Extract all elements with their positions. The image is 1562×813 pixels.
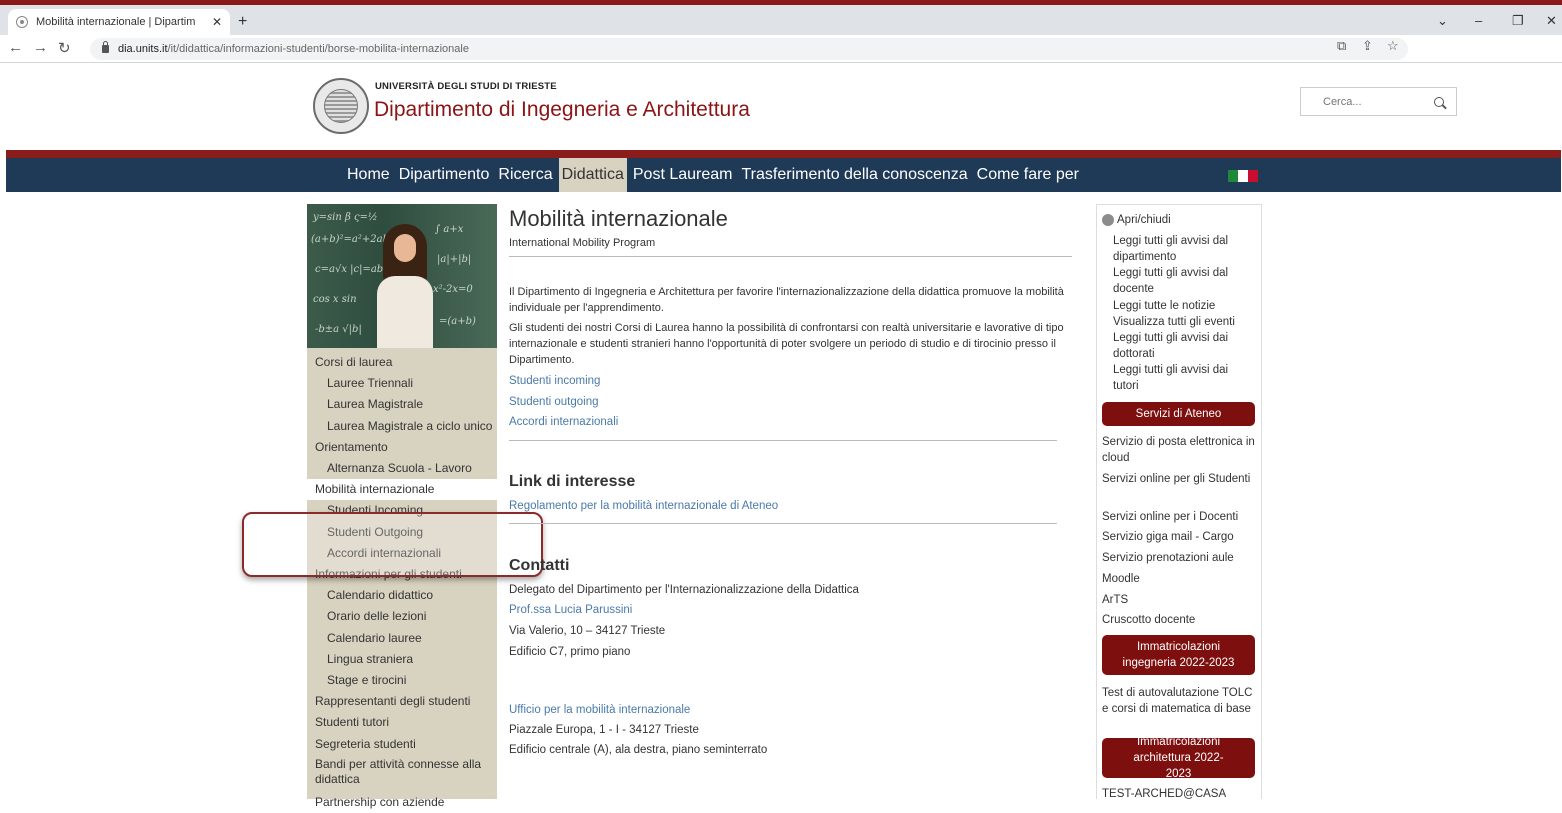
avvisi-tutori-link[interactable]: Leggi tutti gli avvisi dai tutori (1113, 362, 1253, 394)
address-2: Piazzale Europa, 1 - I - 34127 Trieste (509, 724, 699, 736)
tab-bar: Mobilità internazionale | Dipartim ✕ + ⌄… (0, 5, 1562, 35)
nav-ricerca[interactable]: Ricerca (495, 158, 555, 192)
sidebar-item[interactable]: Studenti tutori (307, 712, 497, 733)
divider (509, 440, 1057, 441)
immatricolazioni-architettura-button[interactable]: Immatricolazioni architettura 2022-2023 (1102, 736, 1255, 780)
search-icon[interactable] (1434, 96, 1444, 107)
sidebar-item[interactable]: Calendario lauree (307, 628, 497, 649)
university-name: UNIVERSITÀ DEGLI STUDI DI TRIESTE (375, 81, 557, 92)
divider (509, 256, 1072, 257)
arts-link[interactable]: ArTS (1102, 592, 1257, 608)
sidebar-item[interactable]: Lingua straniera (307, 649, 497, 670)
bookmark-star-icon[interactable]: ☆ (1387, 38, 1399, 54)
url-field[interactable]: dia.units.it/it/didattica/informazioni-s… (90, 38, 1408, 60)
url-domain: dia.units.it (118, 43, 168, 55)
sidebar-item[interactable]: Orario delle lezioni (307, 606, 497, 627)
back-icon[interactable]: ← (8, 39, 23, 56)
eventi-link[interactable]: Visualizza tutti gli eventi (1113, 314, 1253, 330)
forward-icon[interactable]: → (33, 39, 48, 56)
highlight-annotation (242, 512, 543, 577)
intro-paragraph-2: Gli studenti dei nostri Corsi di Laurea … (509, 322, 1064, 366)
sidebar-item[interactable]: Lauree Triennali (307, 373, 497, 394)
tab-search-icon[interactable]: ⌄ (1437, 13, 1448, 29)
minimize-icon[interactable]: – (1475, 13, 1482, 28)
nav-home[interactable]: Home (344, 158, 393, 192)
link-regolamento[interactable]: Regolamento per la mobilità internaziona… (509, 500, 778, 512)
page-title: Mobilità internazionale (509, 206, 728, 231)
servizi-docenti-link[interactable]: Servizi online per i Docenti (1102, 509, 1257, 525)
nav-post-lauream[interactable]: Post Lauream (630, 158, 736, 192)
servizi-ateneo-button[interactable]: Servizi di Ateneo (1102, 402, 1255, 426)
sidebar-photo: y=sin β ς=½ (a+b)²=a²+2ab c=a√x |c|=ab c… (307, 204, 497, 348)
italian-flag-icon[interactable] (1228, 170, 1258, 182)
link-accordi-internazionali[interactable]: Accordi internazionali (509, 416, 618, 428)
delegato-text: Delegato del Dipartimento per l'Internaz… (509, 584, 859, 596)
sidebar-item[interactable]: Bandi per attività connesse alla didatti… (307, 755, 497, 787)
servizio-posta-link[interactable]: Servizio di posta elettronica in cloud (1102, 434, 1257, 466)
university-seal-logo[interactable] (313, 78, 369, 134)
page-subtitle: International Mobility Program (509, 237, 656, 249)
test-arched-link[interactable]: TEST-ARCHED@CASA (1102, 786, 1257, 802)
address-bar: ← → ↻ dia.units.it/it/didattica/informaz… (0, 35, 1562, 63)
nav-come-fare-per[interactable]: Come fare per (974, 158, 1082, 192)
link-delegato-name[interactable]: Prof.ssa Lucia Parussini (509, 604, 632, 616)
translate-icon[interactable]: ⧉ (1337, 38, 1346, 54)
contatti-heading: Contatti (509, 557, 570, 574)
new-tab-button[interactable]: + (238, 13, 247, 31)
link-studenti-incoming[interactable]: Studenti incoming (509, 375, 600, 387)
sidebar-item[interactable]: Corsi di laurea (307, 352, 497, 373)
building-2: Edificio centrale (A), ala destra, piano… (509, 744, 768, 756)
link-studenti-outgoing[interactable]: Studenti outgoing (509, 396, 599, 408)
cruscotto-docente-link[interactable]: Cruscotto docente (1102, 612, 1257, 628)
sidebar-item[interactable]: Mobilità internazionale (307, 479, 497, 501)
sidebar-item[interactable]: Partnership con aziende (307, 792, 497, 813)
servizi-studenti-link[interactable]: Servizi online per gli Studenti (1102, 471, 1257, 487)
sidebar-item[interactable]: Segreteria studenti (307, 734, 497, 755)
link-di-interesse-heading: Link di interesse (509, 473, 636, 490)
intro-paragraph-1: Il Dipartimento di Ingegneria e Architet… (509, 286, 1064, 314)
giga-mail-link[interactable]: Servizio giga mail - Cargo (1102, 529, 1257, 545)
share-icon[interactable]: ⇪ (1362, 38, 1373, 54)
nav-trasferimento[interactable]: Trasferimento della conoscenza (738, 158, 970, 192)
favicon-icon (16, 16, 28, 28)
prenotazioni-aule-link[interactable]: Servizio prenotazioni aule (1102, 550, 1257, 566)
sidebar-item[interactable]: Stage e tirocini (307, 670, 497, 691)
divider (509, 523, 1057, 524)
moodle-link[interactable]: Moodle (1102, 571, 1257, 587)
tab-title: Mobilità internazionale | Dipartim (36, 16, 196, 28)
window-close-icon[interactable]: ✕ (1546, 13, 1557, 29)
sidebar-item[interactable]: Rappresentanti degli studenti (307, 691, 497, 712)
sidebar-item[interactable]: Laurea Magistrale (307, 394, 497, 415)
header-divider (6, 150, 1561, 158)
lock-icon (102, 41, 109, 53)
sidebar-item[interactable]: Laurea Magistrale a ciclo unico (307, 416, 497, 437)
notizie-link[interactable]: Leggi tutte le notizie (1113, 298, 1253, 314)
sidebar-item[interactable]: Alternanza Scuola - Lavoro (307, 458, 497, 479)
address-1: Via Valerio, 10 – 34127 Trieste (509, 625, 666, 637)
nav-dipartimento[interactable]: Dipartimento (396, 158, 493, 192)
link-ufficio-mobilita[interactable]: Ufficio per la mobilità internazionale (509, 704, 690, 716)
immatricolazioni-ingegneria-button[interactable]: Immatricolazioni ingegneria 2022-2023 (1102, 635, 1255, 675)
toggle-label: Apri/chiudi (1117, 214, 1171, 226)
nav-didattica[interactable]: Didattica (558, 158, 627, 192)
test-tolc-link[interactable]: Test di autovalutazione TOLC e corsi di … (1102, 685, 1257, 717)
toggle-avvisi[interactable]: Apri/chiudi (1102, 214, 1171, 226)
main-navbar: Home Dipartimento Ricerca Didattica Post… (6, 158, 1561, 192)
search-box (1300, 87, 1457, 116)
avvisi-dottorati-link[interactable]: Leggi tutti gli avvisi dai dottorati (1113, 330, 1253, 362)
avvisi-docente-link[interactable]: Leggi tutti gli avvisi dal docente (1113, 265, 1253, 297)
avvisi-dipartimento-link[interactable]: Leggi tutti gli avvisi dal dipartimento (1113, 233, 1253, 265)
sidebar-item[interactable]: Orientamento (307, 437, 497, 458)
department-name[interactable]: Dipartimento di Ingegneria e Architettur… (374, 98, 750, 122)
sidebar-item[interactable]: Calendario didattico (307, 585, 497, 606)
building-1: Edificio C7, primo piano (509, 646, 631, 658)
restore-icon[interactable]: ❐ (1512, 13, 1524, 29)
reload-icon[interactable]: ↻ (58, 39, 71, 57)
close-tab-icon[interactable]: ✕ (212, 15, 222, 29)
toggle-icon (1102, 214, 1114, 226)
url-path: /it/didattica/informazioni-studenti/bors… (167, 43, 469, 55)
search-input[interactable] (1323, 95, 1423, 108)
browser-tab[interactable]: Mobilità internazionale | Dipartim ✕ (8, 9, 230, 35)
